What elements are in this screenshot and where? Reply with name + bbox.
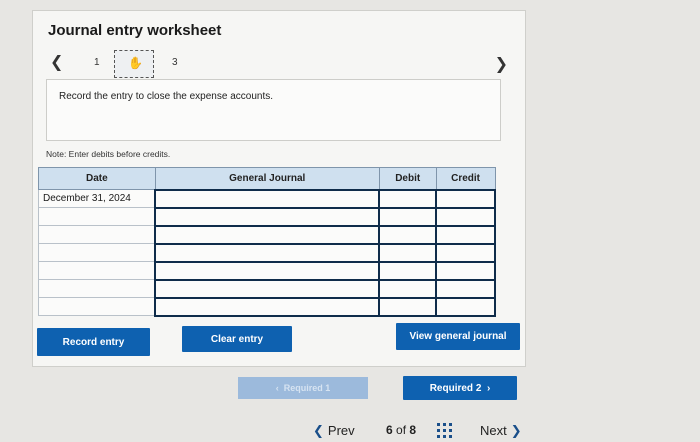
required-2-button[interactable]: Required 2 ›: [403, 376, 517, 400]
grid-icon[interactable]: [437, 423, 452, 438]
step-pager: ❮ 1 ✋ 3 ❯: [48, 46, 508, 80]
account-input[interactable]: [154, 260, 381, 281]
debit-input[interactable]: [378, 206, 438, 227]
debit-input[interactable]: [378, 296, 438, 317]
clear-entry-button[interactable]: Clear entry: [182, 326, 292, 352]
account-input[interactable]: [154, 224, 381, 245]
header-credit: Credit: [435, 167, 496, 190]
chevron-right-icon: ›: [481, 382, 491, 394]
record-entry-button[interactable]: Record entry: [37, 328, 150, 356]
hand-pointer-icon: ✋: [128, 56, 143, 70]
date-cell[interactable]: December 31, 2024: [38, 189, 156, 208]
account-input[interactable]: [154, 206, 381, 227]
next-label: Next: [480, 423, 507, 438]
instruction-box: Record the entry to close the expense ac…: [46, 79, 501, 141]
debit-input[interactable]: [378, 278, 438, 299]
prev-button[interactable]: ❮ Prev: [313, 423, 355, 439]
header-date: Date: [38, 167, 156, 190]
required-1-label: Required 1: [283, 383, 331, 393]
current-question: 6: [386, 423, 393, 437]
header-general-journal: General Journal: [154, 167, 380, 190]
credit-input[interactable]: [435, 206, 496, 227]
bottom-navigation: ❮ Prev 6 of 8 Next ❯: [0, 415, 700, 442]
date-cell[interactable]: [38, 207, 156, 226]
table-row: December 31, 2024: [38, 188, 496, 209]
account-input[interactable]: [154, 188, 381, 209]
table-row: [38, 296, 496, 317]
prev-label: Prev: [327, 423, 355, 438]
credit-input[interactable]: [435, 224, 496, 245]
step-1[interactable]: 1: [94, 57, 100, 68]
date-cell[interactable]: [38, 279, 156, 298]
date-cell[interactable]: [38, 243, 156, 262]
credit-input[interactable]: [435, 260, 496, 281]
chevron-left-icon[interactable]: ❮: [50, 52, 63, 72]
step-2-active[interactable]: ✋: [114, 50, 154, 78]
account-input[interactable]: [154, 242, 381, 263]
credit-input[interactable]: [435, 188, 496, 209]
instruction-text: Record the entry to close the expense ac…: [59, 91, 274, 102]
account-input[interactable]: [154, 278, 381, 299]
required-2-label: Required 2: [429, 382, 482, 394]
header-debit: Debit: [378, 167, 437, 190]
date-cell[interactable]: [38, 297, 156, 316]
debit-input[interactable]: [378, 224, 438, 245]
journal-table: Date General Journal Debit Credit Decemb…: [38, 167, 496, 317]
of-label: of: [396, 423, 407, 437]
credit-input[interactable]: [435, 278, 496, 299]
table-row: [38, 224, 496, 245]
debit-input[interactable]: [378, 188, 438, 209]
chevron-right-icon[interactable]: ❯: [495, 54, 508, 74]
page-title: Journal entry worksheet: [48, 22, 222, 39]
credit-input[interactable]: [435, 242, 496, 263]
next-button[interactable]: Next ❯: [480, 423, 522, 439]
step-3[interactable]: 3: [172, 57, 178, 68]
debit-input[interactable]: [378, 260, 438, 281]
table-row: [38, 260, 496, 281]
account-input[interactable]: [154, 296, 381, 317]
date-cell[interactable]: [38, 225, 156, 244]
required-1-button[interactable]: ‹ Required 1: [238, 377, 368, 399]
table-row: [38, 242, 496, 263]
question-counter: 6 of 8: [386, 423, 416, 437]
chevron-right-icon: ❯: [510, 423, 522, 438]
debit-input[interactable]: [378, 242, 438, 263]
view-general-journal-button[interactable]: View general journal: [396, 323, 520, 350]
note-text: Note: Enter debits before credits.: [46, 149, 171, 159]
total-questions: 8: [409, 423, 417, 437]
table-row: [38, 278, 496, 299]
chevron-left-icon: ❮: [313, 423, 324, 438]
chevron-left-icon: ‹: [275, 383, 284, 393]
table-row: [38, 206, 496, 227]
credit-input[interactable]: [435, 296, 496, 317]
date-cell[interactable]: [38, 261, 156, 280]
